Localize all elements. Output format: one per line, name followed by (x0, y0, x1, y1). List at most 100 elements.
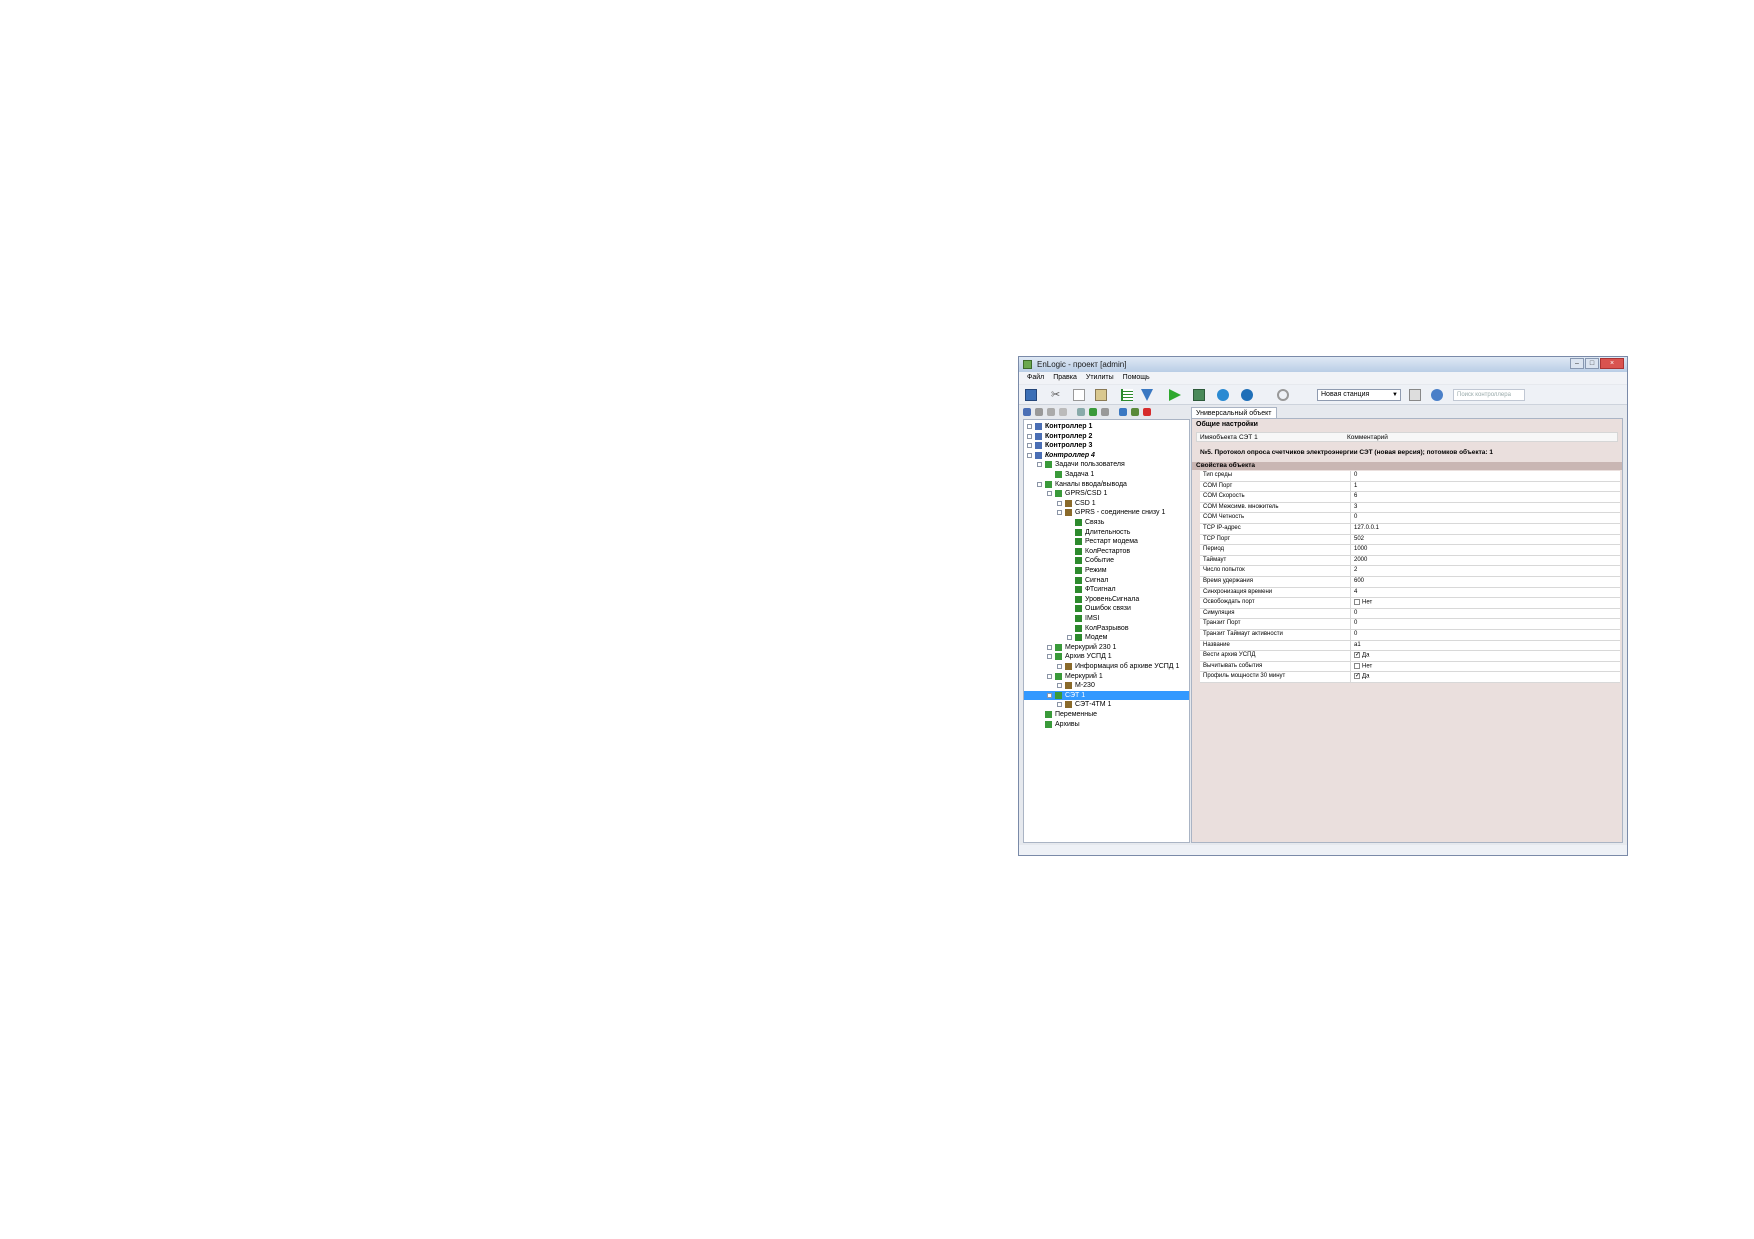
tree-item[interactable]: Архивы (1024, 720, 1189, 729)
collapse-icon[interactable] (1037, 481, 1042, 487)
property-value[interactable]: 1000 (1354, 546, 1367, 552)
property-row[interactable]: Период 1000 (1200, 545, 1620, 556)
tree-item[interactable]: Контроллер 3 (1024, 441, 1189, 450)
menu-file[interactable]: Файл (1027, 372, 1044, 384)
property-value[interactable]: 0 (1354, 631, 1357, 637)
tag-icon[interactable] (1047, 408, 1055, 416)
property-value[interactable]: 502 (1354, 536, 1364, 542)
property-checkbox[interactable] (1354, 599, 1360, 606)
move-down-icon[interactable] (1131, 408, 1139, 416)
minimize-button[interactable]: – (1570, 358, 1584, 369)
property-value[interactable]: 0 (1354, 514, 1357, 520)
property-value[interactable]: Нет (1354, 599, 1372, 606)
property-value[interactable]: ✓ Да (1354, 652, 1369, 659)
monitor-icon[interactable] (1193, 389, 1205, 401)
expand-icon[interactable] (1067, 635, 1072, 641)
tree-item[interactable]: СЭТ-4ТМ 1 (1024, 700, 1189, 709)
expand-icon[interactable] (1057, 683, 1062, 689)
move-up-icon[interactable] (1119, 408, 1127, 416)
expand-icon[interactable] (1027, 424, 1032, 429)
property-row[interactable]: Синхронизация времени 4 (1200, 587, 1620, 599)
controller-icon[interactable] (1023, 408, 1031, 416)
property-row[interactable]: Вычитывать события Нет (1200, 661, 1620, 673)
property-value[interactable]: 6 (1354, 493, 1357, 499)
comment-label[interactable]: Комментарий (1347, 434, 1388, 441)
copy-icon[interactable] (1073, 389, 1085, 401)
globe-icon[interactable] (1217, 389, 1229, 401)
maximize-button[interactable]: □ (1585, 358, 1599, 369)
tree-item[interactable]: УровеньСигнала (1024, 595, 1189, 604)
collapse-icon[interactable] (1037, 462, 1042, 468)
tool-icon[interactable] (1077, 408, 1085, 416)
tree-item[interactable]: Архив УСПД 1 (1024, 652, 1189, 661)
expand-icon[interactable] (1027, 443, 1032, 449)
help-icon[interactable] (1241, 389, 1253, 401)
expand-icon[interactable] (1057, 664, 1062, 669)
tree-item[interactable]: CSD 1 (1024, 499, 1189, 508)
tree-item[interactable]: Контроллер 4 (1024, 451, 1189, 460)
expand-icon[interactable] (1027, 433, 1032, 439)
property-value[interactable]: 1 (1354, 483, 1357, 489)
property-row[interactable]: Освобождать порт Нет (1200, 598, 1620, 609)
property-row[interactable]: Симуляция 0 (1200, 608, 1620, 620)
collapse-icon[interactable] (1047, 673, 1052, 679)
tree-item[interactable]: Рестарт модема (1024, 537, 1189, 546)
property-row[interactable]: COM Скорость 6 (1200, 492, 1620, 503)
controller-search-input[interactable]: Поиск контроллера (1453, 389, 1525, 401)
expand-icon[interactable] (1057, 702, 1062, 708)
property-value[interactable]: 2 (1354, 567, 1357, 573)
tree-item[interactable]: Информация об архиве УСПД 1 (1024, 662, 1189, 671)
network-icon[interactable] (1431, 389, 1443, 401)
property-value[interactable]: 0 (1354, 610, 1357, 616)
save-icon[interactable] (1025, 389, 1037, 401)
property-value[interactable]: a1 (1354, 642, 1361, 648)
property-row[interactable]: Время удержания 600 (1200, 577, 1620, 588)
task-icon[interactable] (1035, 408, 1043, 416)
property-checkbox[interactable]: ✓ (1354, 652, 1360, 659)
tree-item[interactable]: Контроллер 1 (1024, 422, 1189, 431)
tree-item[interactable]: Ошибок связи (1024, 604, 1189, 613)
property-value[interactable]: 127.0.0.1 (1354, 525, 1379, 531)
property-row[interactable]: Название a1 (1200, 640, 1620, 652)
property-value[interactable]: Нет (1354, 662, 1372, 669)
play-icon[interactable] (1169, 389, 1181, 401)
property-row[interactable]: Тип среды 0 (1200, 471, 1620, 482)
property-value[interactable]: 3 (1354, 504, 1357, 510)
property-row[interactable]: Профиль мощности 30 минут ✓ Да (1200, 672, 1620, 683)
tree-item[interactable]: IMSI (1024, 614, 1189, 623)
property-row[interactable]: Вести архив УСПД ✓ Да (1200, 651, 1620, 662)
cut-icon[interactable]: ✂ (1051, 389, 1063, 401)
tree-item[interactable]: Задачи пользователя (1024, 460, 1189, 469)
tree-item[interactable]: Контроллер 2 (1024, 432, 1189, 441)
tree-item[interactable]: Событие (1024, 556, 1189, 565)
expand-icon[interactable] (1047, 644, 1052, 650)
tree-item[interactable]: Сигнал (1024, 576, 1189, 585)
collapse-icon[interactable] (1057, 510, 1062, 516)
property-row[interactable]: TCP Порт 502 (1200, 534, 1620, 546)
property-value[interactable]: 0 (1354, 472, 1357, 478)
property-row[interactable]: Транзит Порт 0 (1200, 619, 1620, 630)
tab-universal-object[interactable]: Универсальный объект (1191, 407, 1277, 418)
list-icon[interactable] (1121, 389, 1133, 401)
property-row[interactable]: COM Четность 0 (1200, 513, 1620, 524)
paste-icon[interactable] (1095, 389, 1107, 401)
property-value[interactable]: ✓ Да (1354, 673, 1369, 680)
tree-item[interactable]: КолРазрывов (1024, 624, 1189, 633)
tree-item[interactable]: GPRS - соединение снизу 1 (1024, 508, 1189, 517)
expand-icon[interactable] (1057, 500, 1062, 506)
gear-icon[interactable] (1277, 389, 1289, 401)
property-value[interactable]: 2000 (1354, 557, 1367, 563)
tree-item[interactable]: ФТсигнал (1024, 585, 1189, 594)
property-value[interactable]: 600 (1354, 578, 1364, 584)
property-value[interactable]: 4 (1354, 589, 1357, 595)
tree-item[interactable]: Режим (1024, 566, 1189, 575)
channel-icon[interactable] (1089, 408, 1097, 416)
close-button[interactable]: × (1600, 358, 1624, 369)
tree-item[interactable]: М-230 (1024, 681, 1189, 690)
tree-item[interactable]: КолРестартов (1024, 547, 1189, 556)
property-checkbox[interactable]: ✓ (1354, 673, 1360, 680)
menu-edit[interactable]: Правка (1053, 372, 1077, 384)
tree-item[interactable]: Модем (1024, 633, 1189, 642)
property-row[interactable]: TCP IP-адрес 127.0.0.1 (1200, 524, 1620, 535)
collapse-icon[interactable] (1047, 491, 1052, 497)
